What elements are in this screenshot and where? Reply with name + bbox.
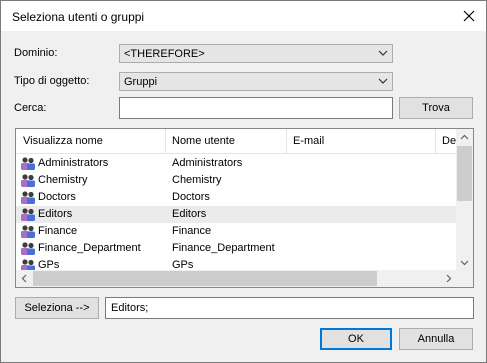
scrollbar-corner [456,270,473,287]
chevron-down-icon [378,78,388,84]
display-name-cell: Finance [38,225,78,237]
display-name-cell: Administrators [38,157,109,169]
select-button[interactable]: Seleziona --> [15,297,99,319]
domain-select[interactable]: <THEREFORE> [119,44,393,63]
select-users-dialog: Seleziona utenti o gruppi Dominio: <THER… [0,0,487,363]
list-item[interactable]: Finance_Department Finance_Department [16,240,457,257]
display-name-cell: Doctors [38,191,76,203]
vertical-scrollbar[interactable] [456,129,473,271]
column-divider[interactable] [165,129,166,153]
close-button[interactable] [452,1,486,31]
user-name-cell: Administrators [172,157,243,169]
horizontal-scroll-thumb[interactable] [33,271,377,286]
domain-label: Dominio: [14,47,58,59]
ok-button[interactable]: OK [320,328,392,350]
column-header-email[interactable]: E-mail [293,135,324,147]
display-name-cell: Editors [38,208,73,220]
user-group-icon [21,208,35,221]
user-name-cell: Finance [172,225,212,237]
column-divider[interactable] [435,129,436,153]
scroll-left-icon[interactable] [20,274,29,283]
user-name-cell: Chemistry [172,174,222,186]
user-group-icon [21,191,35,204]
domain-value: <THEREFORE> [124,48,205,60]
list-header: Visualizza nome Nome utente E-mail Des [16,129,462,154]
title-bar: Seleziona utenti o gruppi [1,1,486,31]
list-item[interactable]: Doctors Doctors [16,189,457,206]
close-icon [463,10,475,22]
list-item[interactable]: Administrators Administrators [16,155,457,172]
user-group-icon [21,225,35,238]
selected-items-value: Editors; [111,302,149,314]
scroll-right-icon[interactable] [444,274,453,283]
column-header-display-name[interactable]: Visualizza nome [23,135,103,147]
user-name-cell: Editors [172,208,207,220]
search-input[interactable] [119,97,393,119]
user-group-icon [21,174,35,187]
selected-items-field[interactable]: Editors; [105,297,474,319]
object-type-select[interactable]: Gruppi [119,72,393,91]
object-type-value: Gruppi [124,76,158,88]
dialog-title: Seleziona utenti o gruppi [12,10,145,24]
scroll-up-icon[interactable] [460,133,469,142]
user-name-cell: Finance_Department [172,242,275,254]
horizontal-scrollbar[interactable] [16,270,457,287]
display-name-cell: Chemistry [38,174,88,186]
user-group-icon [21,157,35,170]
column-header-user-name[interactable]: Nome utente [172,135,235,147]
user-group-icon [21,242,35,255]
cancel-button[interactable]: Annulla [399,328,473,350]
results-list[interactable]: Visualizza nome Nome utente E-mail Des A… [15,128,474,288]
column-divider[interactable] [286,129,287,153]
chevron-down-icon [378,50,388,56]
search-label: Cerca: [14,102,47,114]
list-item[interactable]: Chemistry Chemistry [16,172,457,189]
user-name-cell: Doctors [172,191,210,203]
find-button[interactable]: Trova [399,97,473,119]
display-name-cell: Finance_Department [38,242,141,254]
list-item[interactable]: Editors Editors [16,206,457,223]
scroll-down-icon[interactable] [460,258,469,267]
object-type-label: Tipo di oggetto: [14,75,90,87]
list-item[interactable]: Finance Finance [16,223,457,240]
vertical-scroll-thumb[interactable] [457,146,472,201]
